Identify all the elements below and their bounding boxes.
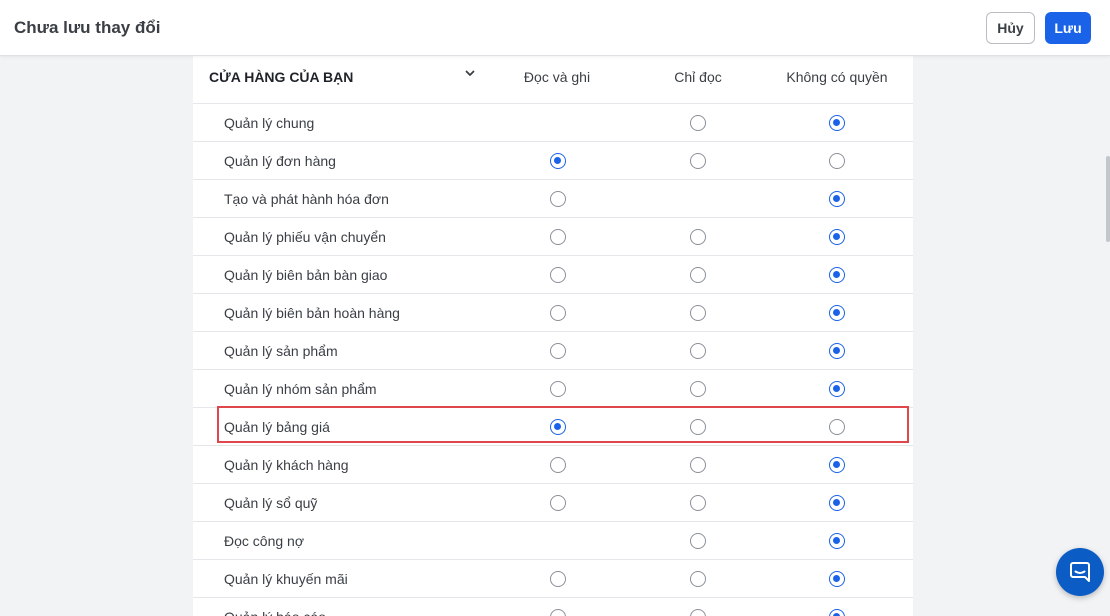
- radio-no-access[interactable]: [829, 457, 845, 473]
- permission-row: Đọc công nợ: [193, 522, 913, 560]
- permissions-header-row: CỬA HÀNG CỦA BẠN Đọc và ghi Chỉ đọc Khôn…: [193, 56, 913, 104]
- permission-label: Quản lý khách hàng: [224, 457, 349, 473]
- radio-read-only[interactable]: [690, 343, 706, 359]
- radio-read-write[interactable]: [550, 229, 566, 245]
- radio-no-access[interactable]: [829, 419, 845, 435]
- permission-row: Quản lý báo cáo: [193, 598, 913, 616]
- permission-label: Quản lý sản phẩm: [224, 343, 338, 359]
- column-read-only: Chỉ đọc: [674, 69, 722, 85]
- permission-label: Quản lý biên bản bàn giao: [224, 267, 388, 283]
- chat-button[interactable]: [1056, 548, 1104, 596]
- radio-read-only[interactable]: [690, 305, 706, 321]
- radio-read-write[interactable]: [550, 609, 566, 616]
- radio-read-write[interactable]: [550, 419, 566, 435]
- cancel-button[interactable]: Hủy: [986, 12, 1035, 44]
- scrollbar[interactable]: [1106, 156, 1110, 242]
- radio-read-only[interactable]: [690, 609, 706, 616]
- section-title: CỬA HÀNG CỦA BẠN: [209, 69, 354, 85]
- permission-row: Quản lý chung: [193, 104, 913, 142]
- permission-label: Quản lý biên bản hoàn hàng: [224, 305, 400, 321]
- permission-row: Quản lý biên bản bàn giao: [193, 256, 913, 294]
- permission-row: Quản lý phiếu vận chuyển: [193, 218, 913, 256]
- chevron-down-icon[interactable]: [464, 67, 476, 79]
- permission-row: Quản lý sổ quỹ: [193, 484, 913, 522]
- permission-row: Quản lý khuyến mãi: [193, 560, 913, 598]
- radio-read-write[interactable]: [550, 305, 566, 321]
- radio-read-only[interactable]: [690, 533, 706, 549]
- permission-row: Quản lý đơn hàng: [193, 142, 913, 180]
- permission-label: Quản lý nhóm sản phẩm: [224, 381, 377, 397]
- permission-label: Quản lý sổ quỹ: [224, 495, 318, 511]
- radio-read-write[interactable]: [550, 153, 566, 169]
- radio-no-access[interactable]: [829, 495, 845, 511]
- radio-read-only[interactable]: [690, 115, 706, 131]
- column-no-access: Không có quyền: [786, 69, 888, 85]
- radio-no-access[interactable]: [829, 343, 845, 359]
- radio-read-write[interactable]: [550, 267, 566, 283]
- permission-rows: Quản lý chung Quản lý đơn hàng Tạo và phát…: [193, 104, 913, 616]
- permission-label: Quản lý phiếu vận chuyển: [224, 229, 386, 245]
- radio-read-only[interactable]: [690, 495, 706, 511]
- chat-bubble-icon: [1070, 562, 1090, 582]
- column-read-write: Đọc và ghi: [523, 69, 591, 85]
- radio-no-access[interactable]: [829, 381, 845, 397]
- radio-read-only[interactable]: [690, 419, 706, 435]
- radio-no-access[interactable]: [829, 229, 845, 245]
- radio-no-access[interactable]: [829, 153, 845, 169]
- permission-label: Tạo và phát hành hóa đơn: [224, 191, 389, 207]
- radio-read-write[interactable]: [550, 571, 566, 587]
- radio-read-only[interactable]: [690, 381, 706, 397]
- permission-row: Quản lý bảng giá: [193, 408, 913, 446]
- radio-no-access[interactable]: [829, 267, 845, 283]
- radio-no-access[interactable]: [829, 533, 845, 549]
- radio-read-write[interactable]: [550, 381, 566, 397]
- permission-row: Quản lý sản phẩm: [193, 332, 913, 370]
- permission-label: Quản lý khuyến mãi: [224, 571, 348, 587]
- permission-row: Quản lý khách hàng: [193, 446, 913, 484]
- save-button[interactable]: Lưu: [1045, 12, 1091, 44]
- radio-no-access[interactable]: [829, 571, 845, 587]
- radio-read-write[interactable]: [550, 343, 566, 359]
- permission-row: Tạo và phát hành hóa đơn: [193, 180, 913, 218]
- permission-label: Quản lý báo cáo: [224, 609, 326, 616]
- top-bar: Chưa lưu thay đổi Hủy Lưu: [0, 0, 1110, 56]
- radio-no-access[interactable]: [829, 609, 845, 616]
- permission-row: Quản lý biên bản hoàn hàng: [193, 294, 913, 332]
- permission-row: Quản lý nhóm sản phẩm: [193, 370, 913, 408]
- radio-read-write[interactable]: [550, 191, 566, 207]
- radio-read-only[interactable]: [690, 153, 706, 169]
- radio-no-access[interactable]: [829, 115, 845, 131]
- page-title: Chưa lưu thay đổi: [14, 18, 161, 37]
- radio-read-only[interactable]: [690, 457, 706, 473]
- permissions-card: CỬA HÀNG CỦA BẠN Đọc và ghi Chỉ đọc Khôn…: [193, 56, 913, 616]
- radio-read-only[interactable]: [690, 267, 706, 283]
- permission-label: Quản lý bảng giá: [224, 419, 330, 435]
- radio-read-only[interactable]: [690, 229, 706, 245]
- radio-read-write[interactable]: [550, 457, 566, 473]
- permission-label: Quản lý chung: [224, 115, 315, 131]
- radio-no-access[interactable]: [829, 191, 845, 207]
- radio-read-only[interactable]: [690, 571, 706, 587]
- permission-label: Quản lý đơn hàng: [224, 153, 336, 169]
- radio-no-access[interactable]: [829, 305, 845, 321]
- radio-read-write[interactable]: [550, 495, 566, 511]
- permission-label: Đọc công nợ: [224, 533, 305, 549]
